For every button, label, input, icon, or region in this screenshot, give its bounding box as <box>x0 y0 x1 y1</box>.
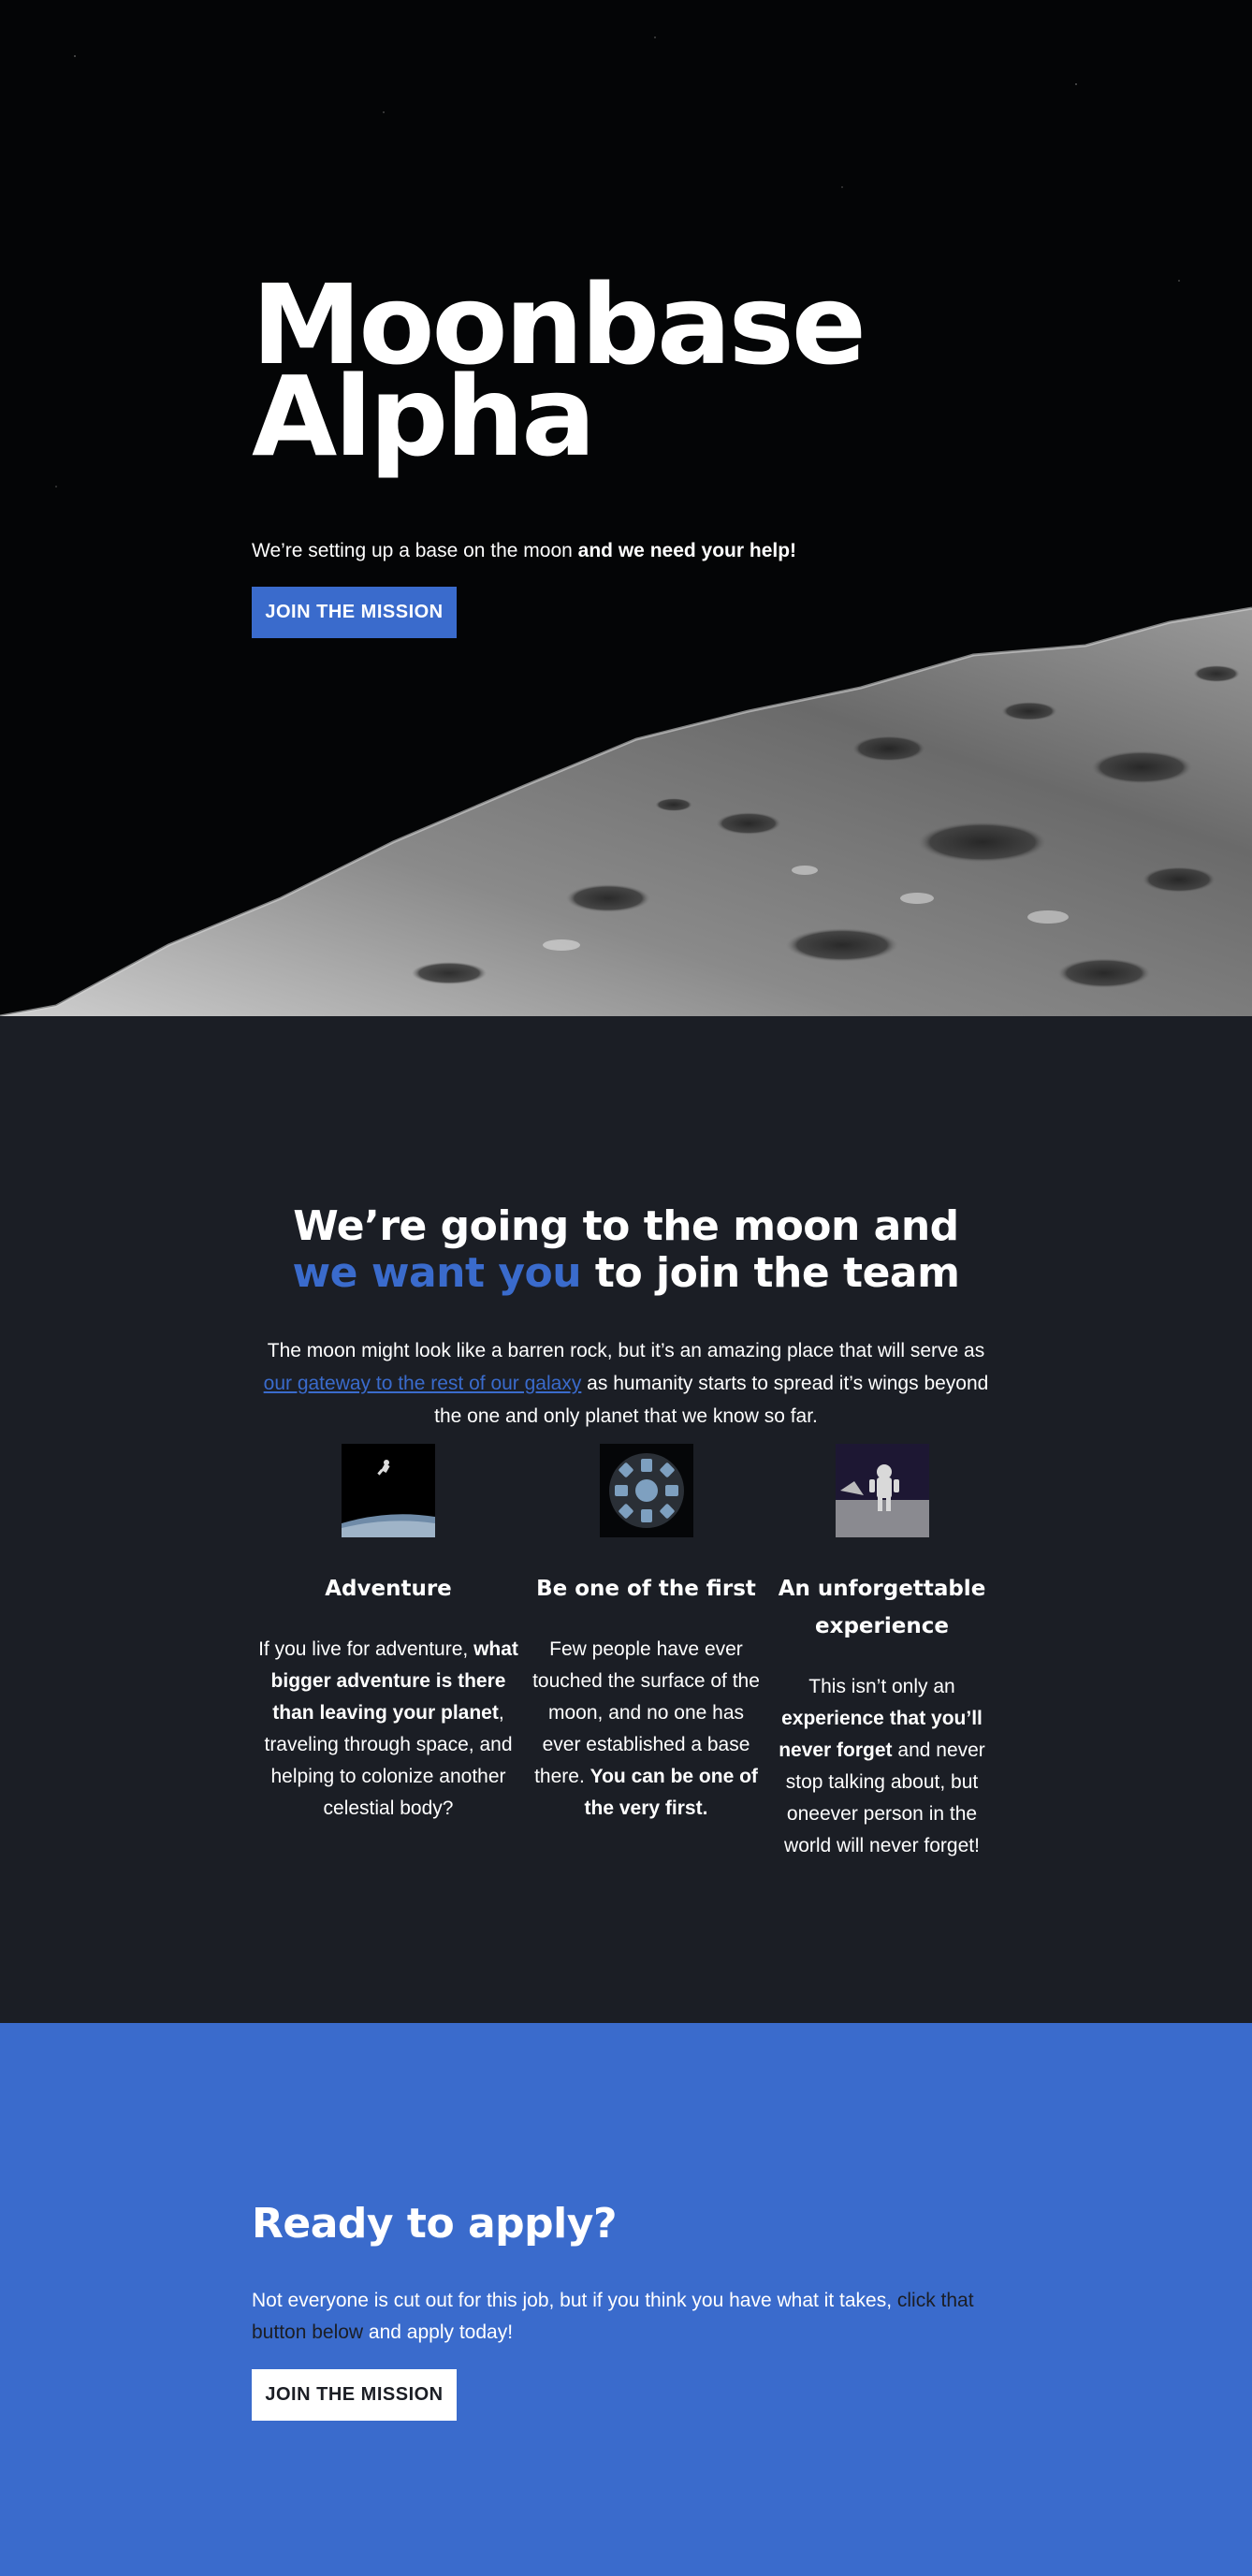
about-heading: We’re going to the moon and we want you … <box>280 1203 972 1297</box>
hero-tagline-plain: We’re setting up a base on the moon <box>252 540 578 561</box>
feature-first: Be one of the first Few people have ever… <box>531 1444 761 1825</box>
about-heading-part1: We’re going to the moon and <box>293 1202 959 1250</box>
galaxy-gateway-link[interactable]: our gateway to the rest of our galaxy <box>264 1373 582 1394</box>
feature-text-part: This isn’t only an <box>808 1676 955 1697</box>
hero-tagline: We’re setting up a base on the moon and … <box>252 537 907 565</box>
space-station-window-image <box>599 1444 693 1537</box>
feature-title: Be one of the first <box>536 1577 756 1601</box>
apply-text-part2: and apply today! <box>363 2321 514 2343</box>
feature-adventure: Adventure If you live for adventure, wha… <box>252 1444 525 1825</box>
feature-unforgettable: An unforgettable experience This isn’t o… <box>763 1444 1001 1862</box>
about-heading-part2: to join the team <box>581 1249 960 1297</box>
join-mission-button[interactable]: JOIN THE MISSION <box>252 587 457 638</box>
apply-heading: Ready to apply? <box>252 2200 617 2248</box>
feature-text: This isn’t only an experience that you’l… <box>763 1671 1001 1862</box>
hero-title: Moonbase Alpha <box>252 269 907 472</box>
hero-section: Moonbase Alpha We’re setting up a base o… <box>0 0 1252 1016</box>
hero-content: Moonbase Alpha We’re setting up a base o… <box>252 269 907 638</box>
join-mission-button-bottom[interactable]: JOIN THE MISSION <box>252 2369 457 2421</box>
feature-title: Adventure <box>325 1577 452 1601</box>
about-lead: The moon might look like a barren rock, … <box>252 1334 1000 1433</box>
hero-tagline-bold: and we need your help! <box>577 540 797 561</box>
feature-text-bold: You can be one of the very first. <box>584 1766 758 1819</box>
feature-text-part: If you live for adventure, <box>258 1638 474 1660</box>
feature-text: If you live for adventure, what bigger a… <box>252 1634 525 1825</box>
apply-section: Ready to apply? Not everyone is cut out … <box>0 2023 1252 2576</box>
feature-text: Few people have ever touched the surface… <box>531 1634 761 1825</box>
apply-text: Not everyone is cut out for this job, bu… <box>252 2285 1000 2349</box>
astronaut-on-moon-image <box>835 1444 929 1537</box>
hero-title-line2: Alpha <box>252 352 596 481</box>
feature-title: An unforgettable experience <box>778 1577 986 1638</box>
about-heading-highlight: we want you <box>292 1249 582 1297</box>
about-lead-part1: The moon might look like a barren rock, … <box>267 1340 985 1361</box>
astronaut-floating-image <box>342 1444 435 1537</box>
apply-text-part1: Not everyone is cut out for this job, bu… <box>252 2290 897 2311</box>
